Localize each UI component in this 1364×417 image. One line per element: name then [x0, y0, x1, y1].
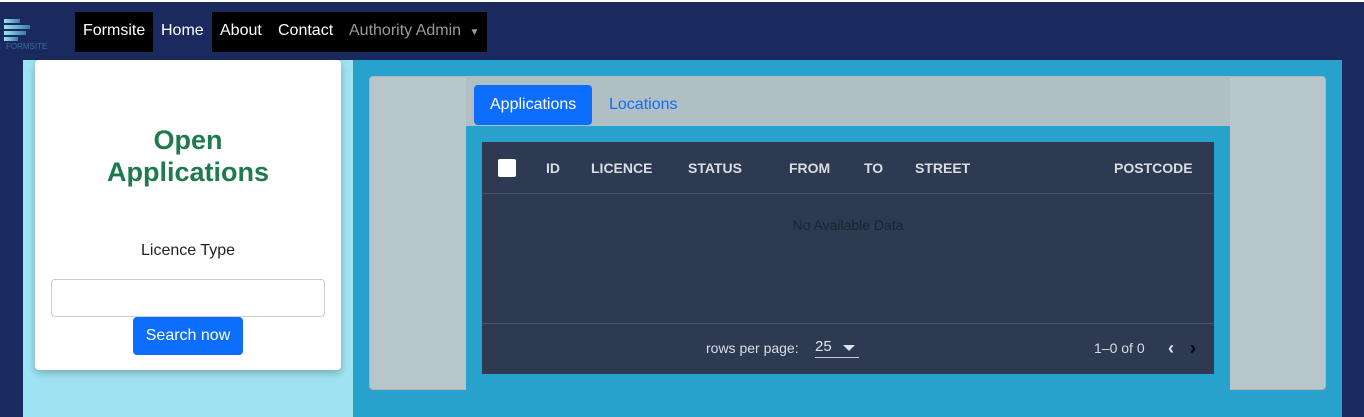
logo-text: FORMSITE: [6, 42, 48, 51]
col-from[interactable]: FROM: [789, 160, 830, 176]
nav-brand-link[interactable]: Formsite: [83, 22, 145, 40]
col-street[interactable]: STREET: [915, 160, 970, 176]
caret-down-icon: ▼: [469, 27, 480, 38]
navbar: FORMSITE Formsite Home About Contact Aut…: [0, 4, 1364, 60]
admin-label: Authority Admin: [349, 22, 462, 39]
rows-per-page-label: rows per page:: [706, 340, 799, 356]
search-card: Open Applications Licence Type Search no…: [35, 60, 341, 370]
footer-divider: [482, 323, 1214, 324]
col-postcode[interactable]: POSTCODE: [1114, 160, 1193, 176]
tab-locations[interactable]: Locations: [593, 85, 694, 125]
col-id[interactable]: ID: [546, 160, 560, 176]
select-all-checkbox[interactable]: [498, 159, 516, 177]
rows-per-page-value: 25: [815, 338, 832, 355]
pagination-range: 1–0 of 0: [1094, 340, 1145, 356]
applications-table: ID LICENCE STATUS FROM TO STREET POSTCOD…: [482, 142, 1214, 374]
header-divider: [482, 193, 1214, 194]
nav-about-link[interactable]: About: [220, 22, 262, 40]
next-page-icon[interactable]: ›: [1190, 338, 1196, 359]
empty-message: No Available Data: [792, 217, 904, 233]
nav-home-link[interactable]: Home: [161, 22, 204, 40]
rows-per-page-select[interactable]: 25: [815, 338, 859, 358]
search-button[interactable]: Search now: [133, 317, 243, 355]
nav-admin-dropdown[interactable]: Authority Admin ▼: [349, 22, 479, 40]
formsite-logo[interactable]: FORMSITE: [4, 16, 52, 52]
nav-contact-link[interactable]: Contact: [278, 22, 333, 40]
prev-page-icon[interactable]: ‹: [1168, 338, 1174, 359]
licence-type-input[interactable]: [51, 279, 325, 317]
page-title: Open Applications: [106, 125, 269, 187]
col-to[interactable]: TO: [864, 160, 883, 176]
col-licence[interactable]: LICENCE: [591, 160, 652, 176]
col-status[interactable]: STATUS: [688, 160, 742, 176]
licence-type-label: Licence Type: [141, 242, 235, 259]
tab-applications[interactable]: Applications: [474, 85, 593, 125]
